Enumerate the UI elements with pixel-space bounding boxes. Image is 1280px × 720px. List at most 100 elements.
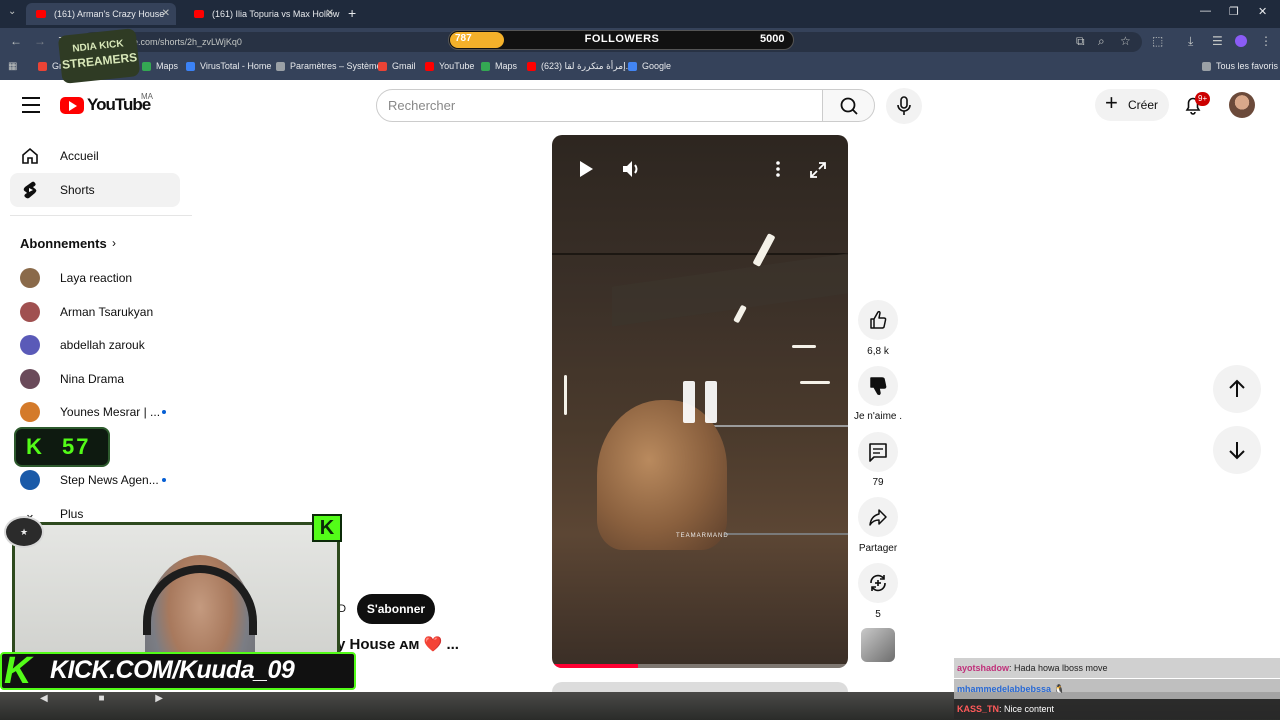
channel-name: Younes Mesrar | ... xyxy=(60,405,161,419)
youtube-logo-icon[interactable] xyxy=(60,97,84,114)
bookmark-maps[interactable]: Maps xyxy=(142,61,178,71)
download-icon[interactable]: ⤓ xyxy=(1188,34,1193,49)
subscription-item[interactable]: abdellah zarouk xyxy=(20,335,180,355)
more-label: Plus xyxy=(60,507,84,521)
cast-icon[interactable]: ⧉ xyxy=(1076,34,1085,49)
bookmark-google[interactable]: Google xyxy=(628,61,671,71)
subscription-item[interactable]: Arman Tsarukyan xyxy=(20,302,180,322)
video-light xyxy=(800,381,830,384)
url-text: be.com/shorts/2h_zvLWjKq0 xyxy=(128,37,242,47)
more-menu-icon[interactable]: ⋮ xyxy=(1260,34,1272,48)
comments-count: 79 xyxy=(872,477,884,488)
search-input[interactable] xyxy=(388,95,808,115)
chat-message: ayotshadow: Hada howa lboss move xyxy=(954,658,1280,678)
all-bookmarks[interactable]: Tous les favoris xyxy=(1202,61,1278,71)
profile-icon[interactable] xyxy=(1235,35,1247,47)
search-button[interactable] xyxy=(822,89,875,122)
tab-search-icon[interactable]: ⌄ xyxy=(8,6,16,17)
channel-avatar xyxy=(20,402,40,422)
followers-label: FOLLOWERS xyxy=(584,33,660,45)
previous-short-button[interactable] xyxy=(1213,365,1261,413)
subscription-item[interactable]: Younes Mesrar | ... xyxy=(20,402,180,422)
extensions-icon[interactable]: ⬚ xyxy=(1152,34,1163,48)
pause-icon[interactable] xyxy=(683,381,695,423)
play-icon[interactable] xyxy=(576,159,596,179)
back-icon[interactable]: ← xyxy=(10,34,22,48)
short-title[interactable]: y House ᴀᴍ ❤️ ... xyxy=(337,635,459,653)
restore-icon[interactable]: ❐ xyxy=(1229,5,1239,18)
pause-icon[interactable] xyxy=(705,381,717,423)
next-short-button[interactable] xyxy=(1213,426,1261,474)
sidebar-item-label: Shorts xyxy=(60,183,95,197)
chat-text: : Nice content xyxy=(999,704,1055,714)
minimize-icon[interactable]: — xyxy=(1200,5,1211,17)
apps-grid-icon[interactable]: ▦ xyxy=(8,61,17,72)
comment-icon xyxy=(869,443,887,462)
subscription-item[interactable]: Laya reaction xyxy=(20,268,180,288)
comments-button[interactable] xyxy=(858,432,898,472)
dislike-button[interactable] xyxy=(858,366,898,406)
channel-avatar xyxy=(20,470,40,490)
forward-icon[interactable]: → xyxy=(34,34,46,48)
close-tab-icon[interactable]: ✕ xyxy=(162,3,170,25)
subscriptions-title[interactable]: Abonnements xyxy=(20,236,107,251)
remix-button[interactable] xyxy=(858,563,898,603)
close-window-icon[interactable]: ✕ xyxy=(1258,5,1267,18)
sidebar-more[interactable]: ⌄ Plus xyxy=(20,504,180,524)
share-button[interactable] xyxy=(858,497,898,537)
more-options-icon[interactable] xyxy=(770,159,786,179)
hamburger-menu-icon[interactable] xyxy=(22,97,40,113)
likes-count: 6,8 k xyxy=(867,346,889,357)
bookmark-gmail[interactable]: Gmail xyxy=(378,61,416,71)
remix-count: 5 xyxy=(875,609,881,620)
like-button[interactable] xyxy=(858,300,898,340)
remix-icon xyxy=(870,574,886,592)
thumbs-up-icon xyxy=(870,310,887,329)
subscription-item[interactable]: Step News Agen... xyxy=(20,470,180,490)
reading-list-icon[interactable]: ☰ xyxy=(1212,34,1223,48)
new-content-dot xyxy=(162,410,166,414)
chat-user: KASS_TN xyxy=(957,704,1000,714)
account-avatar[interactable] xyxy=(1229,92,1255,118)
streamer-badge-icon: ★ xyxy=(4,516,44,548)
kick-logo-icon: K xyxy=(312,514,342,542)
channel-name: abdellah zarouk xyxy=(60,338,145,352)
youtube-favicon-icon xyxy=(194,10,204,18)
chevron-right-icon[interactable]: › xyxy=(112,236,116,250)
browser-tab[interactable]: (161) Ilia Topuria vs Max Hollow ✕ xyxy=(184,3,340,25)
create-button[interactable]: Créer xyxy=(1095,87,1169,121)
channel-avatar xyxy=(20,302,40,322)
arrow-up-icon xyxy=(1229,379,1245,397)
new-tab-icon[interactable]: + xyxy=(348,5,356,21)
short-video-player[interactable]: TEAMARMAND xyxy=(552,135,848,668)
bookmark-maps-2[interactable]: Maps xyxy=(481,61,517,71)
subscription-item[interactable]: Nina Drama xyxy=(20,369,180,389)
home-icon xyxy=(22,147,38,164)
channel-name: Laya reaction xyxy=(60,271,133,285)
bookmark-settings[interactable]: Paramètres – Système xyxy=(276,61,382,71)
followers-count: 787 xyxy=(455,33,472,44)
notification-badge: 9+ xyxy=(1195,92,1211,106)
video-ring-ropes xyxy=(712,425,848,535)
browser-tab-active[interactable]: (161) Arman's Crazy House ✕ xyxy=(26,3,176,25)
voice-search-button[interactable] xyxy=(886,88,922,124)
sound-thumbnail[interactable] xyxy=(861,628,895,662)
close-tab-icon[interactable]: ✕ xyxy=(326,3,334,25)
bookmark-star-icon[interactable]: ☆ xyxy=(1120,34,1131,48)
followers-target: 5000 xyxy=(760,33,785,45)
bookmark-youtube[interactable]: YouTube xyxy=(425,61,474,71)
microphone-icon xyxy=(897,96,911,115)
media-controls[interactable]: ◀ ■ ▶ xyxy=(40,693,187,704)
fullscreen-icon[interactable] xyxy=(808,160,828,180)
zoom-icon[interactable]: ⌕ xyxy=(1098,34,1105,49)
bookmark-virustotal[interactable]: VirusTotal - Home xyxy=(186,61,271,71)
share-label: Partager xyxy=(858,543,898,554)
subscribe-button[interactable]: S'abonner xyxy=(357,594,435,624)
chat-user: ayotshadow xyxy=(957,663,1010,673)
share-icon xyxy=(869,509,887,526)
sidebar-divider xyxy=(10,215,192,216)
video-light xyxy=(564,375,567,415)
volume-icon[interactable] xyxy=(620,158,644,180)
bookmark-video[interactable]: (623) إمرأة متكررة لقا... xyxy=(527,61,633,72)
video-watermark: TEAMARMAND xyxy=(676,533,729,539)
